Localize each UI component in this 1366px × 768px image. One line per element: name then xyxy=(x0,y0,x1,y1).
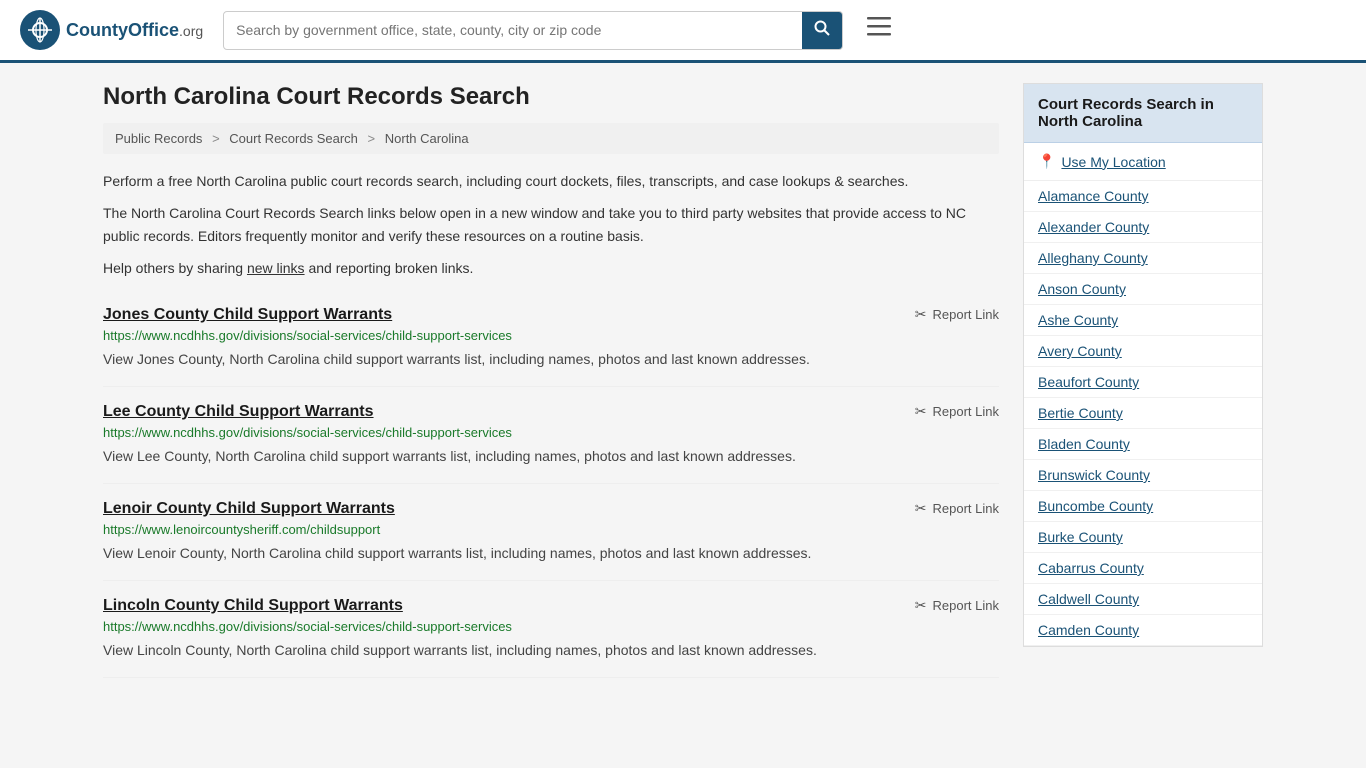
county-link-10[interactable]: Buncombe County xyxy=(1038,498,1153,514)
use-location-link[interactable]: Use My Location xyxy=(1061,154,1165,170)
breadcrumb-court-records[interactable]: Court Records Search xyxy=(229,131,358,146)
county-link-6[interactable]: Beaufort County xyxy=(1038,374,1139,390)
breadcrumb: Public Records > Court Records Search > … xyxy=(103,123,999,154)
result-desc-3: View Lincoln County, North Carolina chil… xyxy=(103,640,999,661)
report-icon-1: ✂ xyxy=(915,403,927,420)
result-desc-1: View Lee County, North Carolina child su… xyxy=(103,446,999,467)
content-area: North Carolina Court Records Search Publ… xyxy=(103,83,999,678)
result-desc-0: View Jones County, North Carolina child … xyxy=(103,349,999,370)
logo-text: CountyOffice.org xyxy=(66,20,203,41)
result-item: Jones County Child Support Warrants ✂ Re… xyxy=(103,290,999,387)
pin-icon: 📍 xyxy=(1038,153,1055,170)
list-item: Caldwell County xyxy=(1024,584,1262,615)
result-title-0[interactable]: Jones County Child Support Warrants xyxy=(103,306,392,324)
list-item: Alamance County xyxy=(1024,181,1262,212)
result-url-3[interactable]: https://www.ncdhhs.gov/divisions/social-… xyxy=(103,619,999,634)
search-bar xyxy=(223,11,843,50)
county-link-11[interactable]: Burke County xyxy=(1038,529,1123,545)
report-icon-3: ✂ xyxy=(915,597,927,614)
report-link-1[interactable]: ✂ Report Link xyxy=(915,403,999,420)
result-url-0[interactable]: https://www.ncdhhs.gov/divisions/social-… xyxy=(103,328,999,343)
report-icon-2: ✂ xyxy=(915,500,927,517)
list-item: Camden County xyxy=(1024,615,1262,646)
result-item: Lenoir County Child Support Warrants ✂ R… xyxy=(103,484,999,581)
county-link-13[interactable]: Caldwell County xyxy=(1038,591,1139,607)
county-link-4[interactable]: Ashe County xyxy=(1038,312,1118,328)
sidebar-title: Court Records Search in North Carolina xyxy=(1024,84,1262,143)
county-link-14[interactable]: Camden County xyxy=(1038,622,1139,638)
use-location-row: 📍 Use My Location xyxy=(1024,143,1262,181)
description-3: Help others by sharing new links and rep… xyxy=(103,257,999,279)
new-links-link[interactable]: new links xyxy=(247,260,305,276)
list-item: Alexander County xyxy=(1024,212,1262,243)
list-item: Buncombe County xyxy=(1024,491,1262,522)
county-link-2[interactable]: Alleghany County xyxy=(1038,250,1148,266)
county-link-5[interactable]: Avery County xyxy=(1038,343,1122,359)
breadcrumb-north-carolina[interactable]: North Carolina xyxy=(385,131,469,146)
result-title-3[interactable]: Lincoln County Child Support Warrants xyxy=(103,597,403,615)
description-2: The North Carolina Court Records Search … xyxy=(103,202,999,247)
county-link-12[interactable]: Cabarrus County xyxy=(1038,560,1144,576)
results-container: Jones County Child Support Warrants ✂ Re… xyxy=(103,290,999,678)
list-item: Bertie County xyxy=(1024,398,1262,429)
county-link-3[interactable]: Anson County xyxy=(1038,281,1126,297)
county-link-7[interactable]: Bertie County xyxy=(1038,405,1123,421)
menu-button[interactable] xyxy=(863,13,895,47)
list-item: Bladen County xyxy=(1024,429,1262,460)
county-link-0[interactable]: Alamance County xyxy=(1038,188,1149,204)
list-item: Alleghany County xyxy=(1024,243,1262,274)
list-item: Burke County xyxy=(1024,522,1262,553)
logo-icon xyxy=(20,10,60,50)
report-link-0[interactable]: ✂ Report Link xyxy=(915,306,999,323)
county-link-1[interactable]: Alexander County xyxy=(1038,219,1149,235)
list-item: Ashe County xyxy=(1024,305,1262,336)
result-desc-2: View Lenoir County, North Carolina child… xyxy=(103,543,999,564)
result-url-1[interactable]: https://www.ncdhhs.gov/divisions/social-… xyxy=(103,425,999,440)
search-button[interactable] xyxy=(802,12,842,49)
list-item: Anson County xyxy=(1024,274,1262,305)
list-item: Avery County xyxy=(1024,336,1262,367)
description-1: Perform a free North Carolina public cou… xyxy=(103,170,999,192)
county-link-9[interactable]: Brunswick County xyxy=(1038,467,1150,483)
page-title: North Carolina Court Records Search xyxy=(103,83,999,111)
result-title-1[interactable]: Lee County Child Support Warrants xyxy=(103,403,374,421)
sidebar: Court Records Search in North Carolina 📍… xyxy=(1023,83,1263,678)
search-input[interactable] xyxy=(224,14,802,46)
list-item: Beaufort County xyxy=(1024,367,1262,398)
report-link-3[interactable]: ✂ Report Link xyxy=(915,597,999,614)
county-list: Alamance County Alexander County Alleghany… xyxy=(1024,181,1262,646)
report-link-2[interactable]: ✂ Report Link xyxy=(915,500,999,517)
list-item: Brunswick County xyxy=(1024,460,1262,491)
logo[interactable]: CountyOffice.org xyxy=(20,10,203,50)
county-link-8[interactable]: Bladen County xyxy=(1038,436,1130,452)
list-item: Cabarrus County xyxy=(1024,553,1262,584)
result-url-2[interactable]: https://www.lenoircountysheriff.com/chil… xyxy=(103,522,999,537)
breadcrumb-public-records[interactable]: Public Records xyxy=(115,131,202,146)
report-icon-0: ✂ xyxy=(915,306,927,323)
result-item: Lincoln County Child Support Warrants ✂ … xyxy=(103,581,999,678)
result-title-2[interactable]: Lenoir County Child Support Warrants xyxy=(103,500,395,518)
result-item: Lee County Child Support Warrants ✂ Repo… xyxy=(103,387,999,484)
